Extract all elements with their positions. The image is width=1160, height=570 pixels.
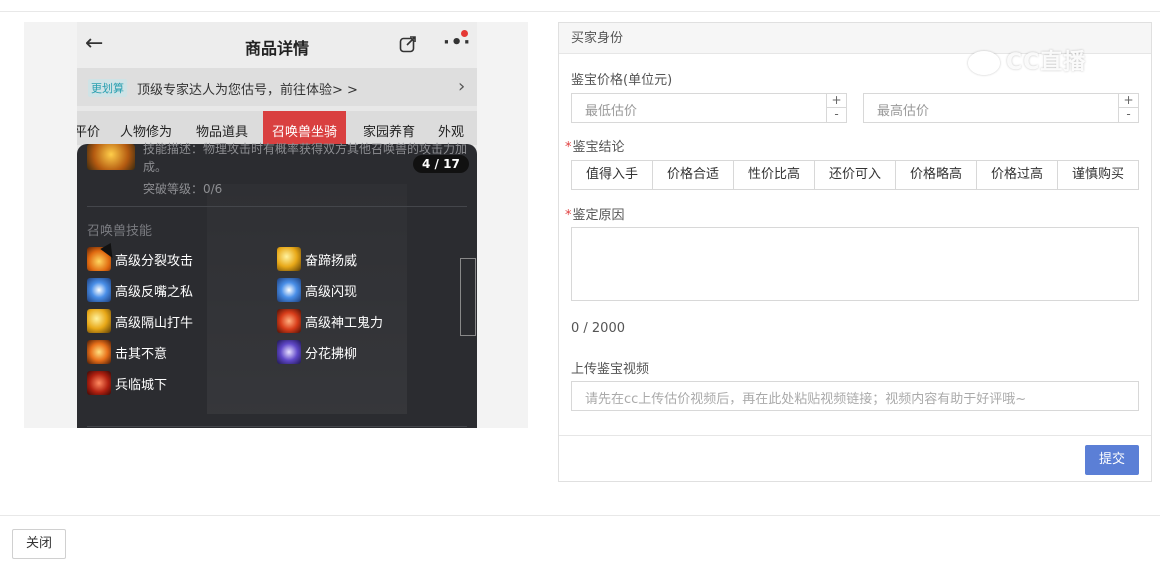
skill-item: 分花拂柳 [277, 339, 357, 365]
orange-icon [87, 340, 111, 364]
skill-item: 兵临城下 [87, 370, 167, 396]
max-price-placeholder: 最高估价 [877, 104, 930, 119]
skill-name: 高级神工鬼力 [305, 315, 384, 331]
char-count: 0 / 2000 [571, 321, 625, 336]
min-price-stepper[interactable]: + - [826, 94, 846, 122]
conclusion-option[interactable]: 价格合适 [653, 161, 734, 189]
promo-tag: 更划算 [88, 79, 127, 97]
reason-label-text: 鉴定原因 [572, 208, 625, 223]
screenshot-preview: ← 商品详情 ·•· 更划算 顶级专家达人为您估号，前往体验> > › 平价 人… [24, 22, 528, 428]
conclusion-option[interactable]: 谨慎购买 [1058, 161, 1138, 189]
gold-icon [87, 309, 111, 333]
skill-item: 击其不意 [87, 339, 167, 365]
increment-icon[interactable]: + [1119, 94, 1138, 108]
skill-name: 高级隔山打牛 [115, 315, 194, 331]
reason-textarea[interactable] [571, 227, 1139, 301]
skill-name: 奋蹄扬威 [305, 253, 358, 269]
skill-name: 兵临城下 [115, 377, 168, 393]
conclusion-label: *鉴宝结论 [565, 136, 625, 155]
skill-item: 奋蹄扬威 [277, 246, 357, 272]
min-price-input[interactable]: 最低估价 + - [571, 93, 847, 123]
image-counter: 4 / 17 [413, 155, 469, 173]
conclusion-option[interactable]: 价格略高 [896, 161, 977, 189]
share-icon [399, 36, 416, 53]
required-mark: * [565, 208, 572, 223]
skill-image [87, 144, 135, 170]
watermark: CC直播 [968, 44, 1086, 76]
skill-item: 高级反嘴之私 [87, 277, 193, 303]
video-label: 上传鉴宝视频 [571, 362, 650, 377]
bottom-divider [0, 515, 1160, 516]
promo-text: 顶级专家达人为您估号，前往体验> > [137, 83, 358, 98]
conclusion-option[interactable]: 价格过高 [977, 161, 1058, 189]
pet-detail-panel: 技能描述：物理攻击时有概率获得双方其他召唤兽的攻击力加成。 4 / 17 突破等… [77, 142, 477, 428]
close-button[interactable]: 关闭 [12, 529, 66, 559]
appraisal-form: 买家身份 鉴宝价格(单位元) 最低估价 + - 最高估价 + - *鉴宝结论 值得入… [558, 22, 1152, 482]
price-label: 鉴宝价格(单位元) [571, 73, 673, 88]
min-price-placeholder: 最低估价 [585, 104, 638, 119]
blue-icon [277, 278, 301, 302]
conclusion-option[interactable]: 还价可入 [815, 161, 896, 189]
reason-label: *鉴定原因 [565, 204, 625, 223]
top-divider [0, 11, 1160, 12]
red-icon [277, 309, 301, 333]
skill-name: 分花拂柳 [305, 346, 358, 362]
skill-item: 高级闪现 [277, 277, 357, 303]
max-price-stepper[interactable]: + - [1118, 94, 1138, 122]
notification-dot [461, 30, 468, 37]
video-link-placeholder: 请先在cc上传估价视频后，再在此处粘贴视频链接；视频内容有助于好评哦~ [585, 392, 1027, 407]
required-mark: * [565, 140, 572, 155]
section-title: 召唤兽技能 [87, 224, 153, 239]
skill-name: 高级分裂攻击 [115, 253, 194, 269]
skill-name: 击其不意 [115, 346, 168, 362]
gold-icon [277, 247, 301, 271]
blue-icon [87, 278, 111, 302]
watermark-text: CC直播 [1006, 50, 1087, 75]
max-price-input[interactable]: 最高估价 + - [863, 93, 1139, 123]
skill-name: 高级反嘴之私 [115, 284, 194, 300]
submit-button[interactable]: 提交 [1085, 445, 1139, 475]
form-footer-divider [559, 435, 1151, 436]
divider [87, 426, 467, 427]
scrollbar[interactable] [460, 258, 476, 336]
decrement-icon[interactable]: - [1119, 108, 1138, 122]
conclusion-options: 值得入手 价格合适 性价比高 还价可入 价格略高 价格过高 谨慎购买 [571, 160, 1139, 190]
promo-banner: 更划算 顶级专家达人为您估号，前往体验> > › [77, 68, 477, 106]
video-link-input[interactable]: 请先在cc上传估价视频后，再在此处粘贴视频链接；视频内容有助于好评哦~ [571, 381, 1139, 411]
skull-icon [87, 371, 111, 395]
skill-item: 高级隔山打牛 [87, 308, 193, 334]
decrement-icon[interactable]: - [827, 108, 846, 122]
phone-tab: 平价 [77, 125, 101, 140]
conclusion-option[interactable]: 值得入手 [572, 161, 653, 189]
skill-name: 高级闪现 [305, 284, 358, 300]
break-level: 突破等级：0/6 [143, 182, 223, 196]
phone-title: 商品详情 [244, 39, 309, 58]
cc-logo-icon [968, 51, 1000, 75]
conclusion-option[interactable]: 性价比高 [734, 161, 815, 189]
purple-icon [277, 340, 301, 364]
divider [87, 206, 467, 207]
skill-item: 高级神工鬼力 [277, 308, 383, 334]
increment-icon[interactable]: + [827, 94, 846, 108]
chevron-right-icon: › [458, 76, 466, 97]
conclusion-label-text: 鉴宝结论 [572, 140, 625, 155]
phone-header: ← 商品详情 ·•· [77, 22, 477, 68]
phone-screen: ← 商品详情 ·•· 更划算 顶级专家达人为您估号，前往体验> > › 平价 人… [77, 22, 477, 428]
